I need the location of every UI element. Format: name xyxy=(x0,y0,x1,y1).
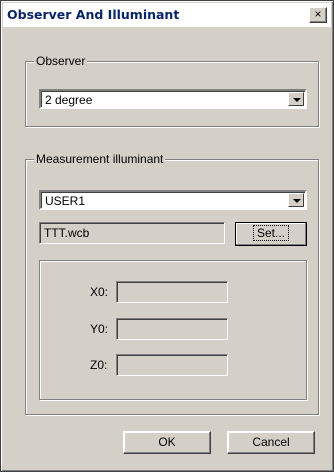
observer-legend: Observer xyxy=(34,54,88,68)
x0-label: X0: xyxy=(90,285,109,299)
z0-field xyxy=(116,354,228,376)
observer-selected-value: 2 degree xyxy=(45,93,93,107)
illuminant-dropdown[interactable]: USER1 xyxy=(39,190,307,210)
cancel-button[interactable]: Cancel xyxy=(227,431,315,454)
observer-dropdown[interactable]: 2 degree xyxy=(39,89,307,109)
close-button[interactable]: × xyxy=(309,7,327,23)
illuminant-file-field: TTT.wcb xyxy=(39,222,225,244)
dialog-window: Observer And Illuminant × Observer 2 deg… xyxy=(0,0,334,472)
observer-group: Observer 2 degree xyxy=(25,54,319,127)
set-button[interactable]: Set... xyxy=(235,222,307,246)
illuminant-legend: Measurement illuminant xyxy=(34,152,166,166)
window-title: Observer And Illuminant xyxy=(7,7,180,22)
cancel-button-label: Cancel xyxy=(252,435,290,449)
z0-label: Z0: xyxy=(90,358,108,372)
illuminant-group: Measurement illuminant USER1 TTT.wcb Set… xyxy=(25,152,319,415)
xyz-group: X0: Y0: Z0: xyxy=(39,260,307,400)
close-icon: × xyxy=(314,7,322,21)
set-button-label: Set... xyxy=(252,225,289,241)
y0-field xyxy=(116,318,228,340)
chevron-down-icon[interactable] xyxy=(288,92,304,106)
chevron-down-icon[interactable] xyxy=(288,193,304,207)
ok-button-label: OK xyxy=(158,435,176,449)
ok-button[interactable]: OK xyxy=(123,431,211,454)
x0-field xyxy=(116,281,228,303)
title-bar: Observer And Illuminant × xyxy=(3,3,331,27)
y0-label: Y0: xyxy=(90,322,109,336)
illuminant-selected-value: USER1 xyxy=(45,194,86,208)
illuminant-file-name: TTT.wcb xyxy=(44,226,90,240)
